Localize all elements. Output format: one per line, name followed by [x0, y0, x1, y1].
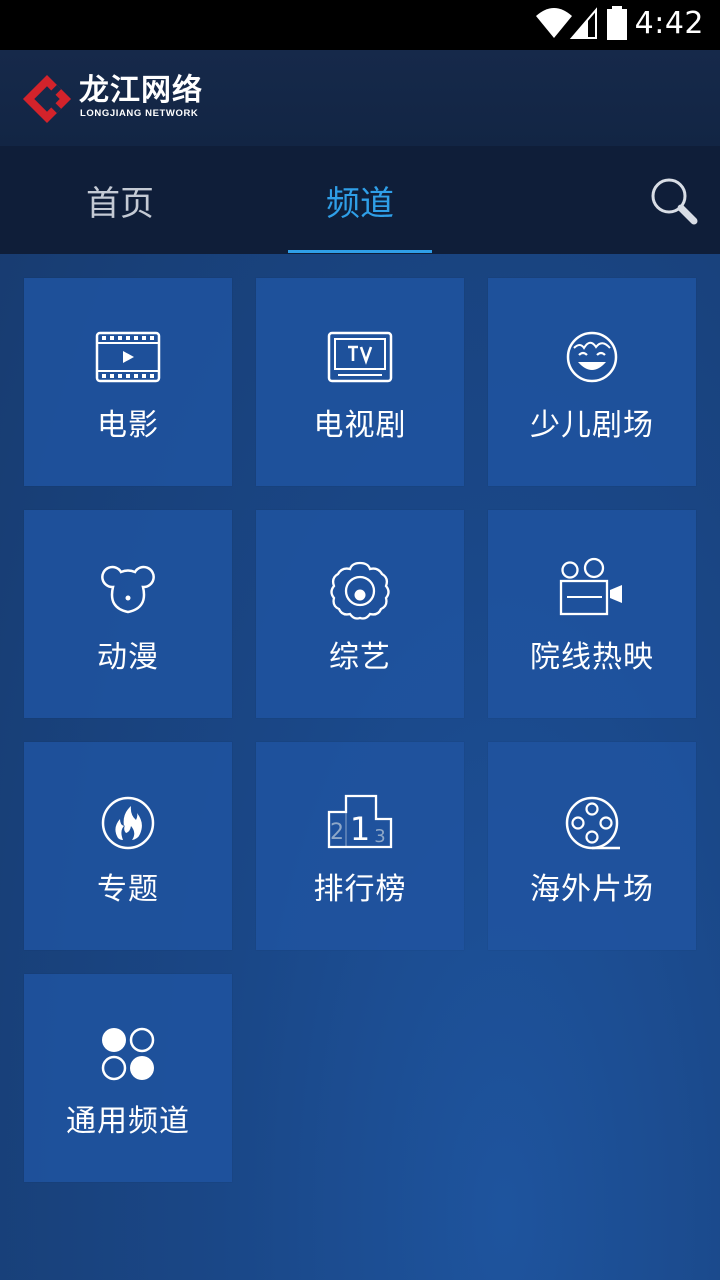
channel-tile-tv-series[interactable]: 电视剧 [256, 278, 464, 486]
channel-tile-topics[interactable]: 专题 [24, 742, 232, 950]
smiley-icon [560, 328, 624, 388]
logo-title: 龙江网络 [79, 73, 203, 108]
channel-label: 综艺 [329, 640, 391, 675]
tab-channel-label: 频道 [326, 183, 394, 224]
channel-label: 少儿剧场 [530, 408, 654, 443]
battery-icon [607, 6, 627, 40]
tv-icon [327, 328, 393, 388]
flame-icon [96, 792, 160, 852]
channel-label: 专题 [97, 872, 159, 907]
channel-tile-general[interactable]: 通用频道 [24, 974, 232, 1182]
channel-tile-rankings[interactable]: 2 1 3 排行榜 [256, 742, 464, 950]
channel-tile-anime[interactable]: 动漫 [24, 510, 232, 718]
channel-tile-cinema[interactable]: 院线热映 [488, 510, 696, 718]
logo-subtitle: LONGJIANG NETWORK [80, 108, 199, 119]
channel-label: 院线热映 [530, 640, 654, 675]
status-bar: 4:42 [0, 0, 720, 50]
tab-channel[interactable]: 频道 [288, 146, 432, 254]
tab-bar: 首页 频道 [0, 146, 720, 254]
channel-label: 通用频道 [66, 1104, 190, 1139]
film-reel-icon [560, 792, 624, 852]
channel-tile-kids-theater[interactable]: 少儿剧场 [488, 278, 696, 486]
channel-label: 电视剧 [313, 408, 407, 443]
channel-tile-overseas[interactable]: 海外片场 [488, 742, 696, 950]
channel-label: 海外片场 [530, 872, 654, 907]
podium-number-2: 2 [330, 820, 344, 845]
tab-home-label: 首页 [86, 183, 154, 224]
flower-icon [328, 560, 392, 620]
app-header: 龙江网络 LONGJIANG NETWORK [0, 50, 720, 146]
four-dots-icon [96, 1024, 160, 1084]
tab-home[interactable]: 首页 [24, 146, 216, 254]
cell-signal-icon [569, 7, 597, 39]
search-icon [651, 178, 698, 225]
podium-number-3: 3 [374, 826, 385, 847]
channel-tile-movie[interactable]: 电影 [24, 278, 232, 486]
film-icon [95, 328, 161, 388]
mouse-ears-icon [96, 560, 160, 620]
active-tab-indicator [288, 250, 432, 253]
search-button[interactable] [644, 172, 704, 232]
podium-icon: 2 1 3 [327, 792, 393, 852]
movie-camera-icon [559, 557, 624, 620]
channel-label: 电影 [97, 408, 159, 443]
channel-label: 动漫 [97, 640, 159, 675]
podium-number-1: 1 [350, 810, 370, 848]
channel-label: 排行榜 [313, 872, 407, 907]
longjiang-logo-icon [22, 74, 72, 124]
channel-tile-variety[interactable]: 综艺 [256, 510, 464, 718]
status-time: 4:42 [634, 6, 704, 41]
